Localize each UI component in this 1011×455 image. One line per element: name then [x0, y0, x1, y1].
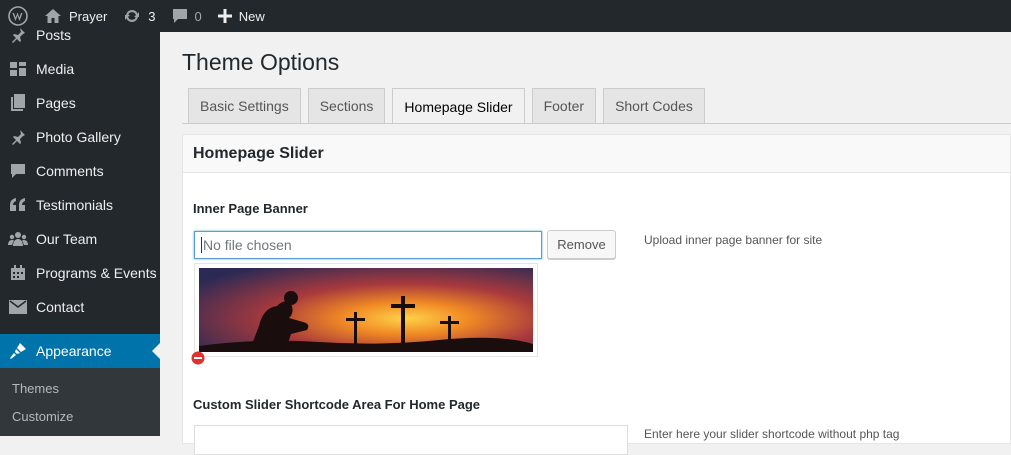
brush-icon — [8, 341, 28, 361]
new-content-link[interactable]: New — [210, 0, 273, 32]
remove-button[interactable]: Remove — [547, 230, 616, 259]
comments-link[interactable]: 0 — [164, 0, 210, 32]
shortcode-field-label: Custom Slider Shortcode Area For Home Pa… — [193, 397, 481, 412]
sidebar-item-label: Our Team — [36, 231, 98, 247]
sidebar-item-label: Media — [36, 61, 75, 77]
sidebar-item-label: Photo Gallery — [36, 129, 121, 145]
new-label: New — [238, 8, 265, 24]
quote-icon — [8, 195, 28, 215]
admin-sidebar: Posts Media Pages Photo Gallery Comments… — [0, 27, 160, 436]
tab-sections[interactable]: Sections — [307, 88, 386, 123]
pages-icon — [8, 93, 28, 113]
sidebar-item-label: Comments — [36, 163, 104, 179]
main-content: Theme Options Basic Settings Sections Ho… — [160, 32, 1011, 455]
tab-homepage-slider[interactable]: Homepage Slider — [392, 88, 525, 124]
banner-file-input[interactable]: No file chosen — [194, 231, 542, 259]
panel-heading: Homepage Slider — [183, 135, 1010, 173]
sidebar-item-label: Pages — [36, 95, 76, 111]
banner-field-label: Inner Page Banner — [193, 201, 308, 216]
sidebar-item-media[interactable]: Media — [0, 52, 160, 86]
file-input-placeholder: No file chosen — [203, 237, 292, 253]
submenu-item-themes[interactable]: Themes — [0, 374, 160, 402]
sidebar-item-label: Appearance — [36, 343, 112, 359]
sidebar-item-appearance[interactable]: Appearance — [0, 334, 160, 368]
remove-image-icon[interactable] — [191, 351, 205, 365]
tab-divider — [182, 123, 1011, 124]
sidebar-item-label: Programs & Events — [36, 265, 157, 281]
submenu-item-customize[interactable]: Customize — [0, 402, 160, 430]
pin-icon — [8, 127, 28, 147]
tab-basic-settings[interactable]: Basic Settings — [188, 88, 301, 123]
tab-footer[interactable]: Footer — [531, 88, 597, 123]
sidebar-item-posts[interactable]: Posts — [0, 18, 160, 52]
appearance-submenu: Themes Customize — [0, 368, 160, 436]
comment-icon — [172, 9, 187, 23]
banner-description: Upload inner page banner for site — [644, 233, 823, 247]
sidebar-item-comments[interactable]: Comments — [0, 154, 160, 188]
comments-count: 0 — [194, 8, 202, 24]
page-title: Theme Options — [182, 49, 340, 75]
tab-bar: Basic Settings Sections Homepage Slider … — [188, 88, 712, 124]
sidebar-item-programs-events[interactable]: Programs & Events — [0, 256, 160, 290]
pin-icon — [8, 25, 28, 45]
sidebar-item-our-team[interactable]: Our Team — [0, 222, 160, 256]
shortcode-description: Enter here your slider shortcode without… — [644, 427, 900, 441]
media-icon — [8, 59, 28, 79]
sidebar-item-label: Contact — [36, 299, 85, 315]
homepage-slider-panel: Homepage Slider Inner Page Banner No fil… — [182, 134, 1011, 455]
plus-icon — [217, 9, 232, 23]
calendar-icon — [8, 263, 28, 283]
sidebar-item-photo-gallery[interactable]: Photo Gallery — [0, 120, 160, 154]
tab-short-codes[interactable]: Short Codes — [603, 88, 705, 123]
email-icon — [8, 297, 28, 317]
banner-image — [199, 268, 533, 352]
sidebar-item-contact[interactable]: Contact — [0, 290, 160, 324]
comment-icon — [8, 161, 28, 181]
groups-icon — [8, 229, 28, 249]
banner-preview — [194, 263, 538, 357]
sidebar-item-label: Testimonials — [36, 197, 114, 213]
sidebar-item-pages[interactable]: Pages — [0, 86, 160, 120]
sidebar-item-label: Posts — [36, 27, 72, 43]
sidebar-item-testimonials[interactable]: Testimonials — [0, 188, 160, 222]
